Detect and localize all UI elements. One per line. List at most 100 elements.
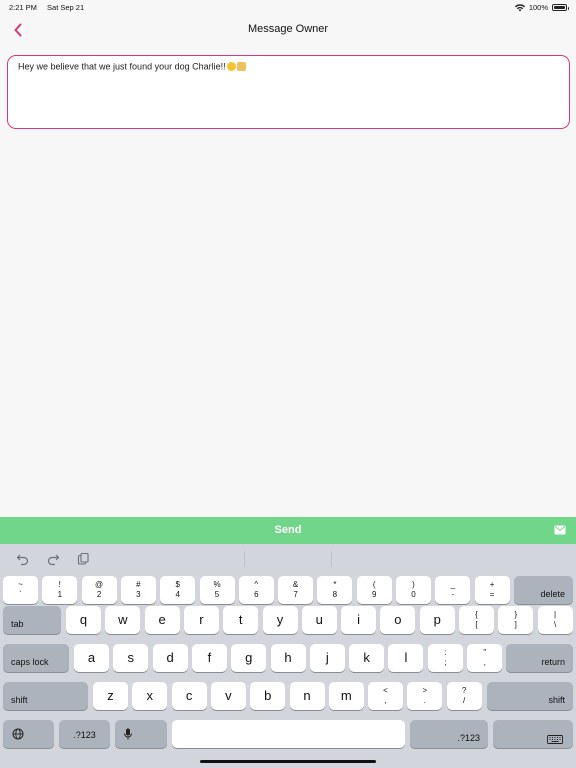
key-l[interactable]: l <box>388 644 424 672</box>
key-label: v <box>225 688 232 703</box>
key-num-0[interactable]: ~ ` <box>3 576 38 604</box>
delete-key[interactable]: delete <box>514 576 573 604</box>
key-label: o <box>394 612 402 627</box>
key-label: \ <box>553 620 557 629</box>
key-v[interactable]: v <box>210 682 246 710</box>
key-label: 1 <box>57 590 63 599</box>
key-p[interactable]: p <box>419 606 455 634</box>
microphone-icon <box>124 728 132 740</box>
key-label: return <box>541 657 565 667</box>
key-label: g <box>245 650 253 665</box>
key-label: t <box>238 612 243 627</box>
key-shift-label: + <box>489 580 495 589</box>
key-num-11[interactable]: _ - <box>435 576 471 604</box>
key-shift-label: " <box>483 648 487 657</box>
key-punct-0[interactable]: :; <box>428 644 463 672</box>
key-label: p <box>433 612 441 627</box>
key-num-1[interactable]: ! 1 <box>42 576 78 604</box>
key-label: r <box>199 612 204 627</box>
key-o[interactable]: o <box>380 606 416 634</box>
key-label: ` <box>19 590 22 599</box>
key-shift-label: | <box>554 610 557 619</box>
key-n[interactable]: n <box>289 682 325 710</box>
key-s[interactable]: s <box>113 644 149 672</box>
keyboard: ~ `! 1 @2 #3 $4% 5 ^ 6 & 7 * 8(9) 0 _ - + = delete tab q w e r t… <box>0 544 576 768</box>
key-bracket-1[interactable]: }] <box>498 606 534 634</box>
key-label: - <box>451 590 455 599</box>
key-label: 7 <box>293 590 298 599</box>
key-m[interactable]: m <box>328 682 364 710</box>
undo-icon[interactable] <box>16 552 30 566</box>
key-shift-label: ^ <box>254 580 259 589</box>
nav-bar: Message Owner <box>0 14 576 46</box>
key-label: u <box>315 612 323 627</box>
tab-key[interactable]: tab <box>3 606 61 634</box>
mail-icon <box>554 525 566 535</box>
key-num-10[interactable]: ) 0 <box>396 576 431 604</box>
key-label: 4 <box>175 590 180 599</box>
key-num-5[interactable]: % 5 <box>199 576 235 604</box>
key-q[interactable]: q <box>66 606 101 634</box>
key-z[interactable]: z <box>93 682 128 710</box>
shift-key-left[interactable]: shift <box>3 682 88 710</box>
key-y[interactable]: y <box>262 606 298 634</box>
key-r[interactable]: r <box>183 606 219 634</box>
key-num-2[interactable]: @2 <box>81 576 117 604</box>
key-angle-2[interactable]: ? / <box>446 682 482 710</box>
key-num-8[interactable]: * 8 <box>317 576 353 604</box>
paste-icon[interactable] <box>76 552 90 566</box>
key-g[interactable]: g <box>231 644 267 672</box>
key-num-4[interactable]: $4 <box>160 576 196 604</box>
key-label: k <box>363 650 370 665</box>
caps-lock-key[interactable]: caps lock <box>3 644 69 672</box>
hide-keyboard-key[interactable] <box>493 720 573 748</box>
key-j[interactable]: j <box>309 644 345 672</box>
divider <box>244 551 245 567</box>
key-d[interactable]: d <box>152 644 188 672</box>
globe-key[interactable] <box>3 720 54 748</box>
key-k[interactable]: k <box>349 644 385 672</box>
key-t[interactable]: t <box>223 606 259 634</box>
key-c[interactable]: c <box>171 682 207 710</box>
key-angle-1[interactable]: >. <box>407 682 443 710</box>
key-u[interactable]: u <box>301 606 337 634</box>
key-label: caps lock <box>11 657 49 667</box>
dictation-key[interactable] <box>115 720 167 748</box>
key-angle-0[interactable]: <, <box>368 682 403 710</box>
key-label: q <box>79 612 88 627</box>
key-i[interactable]: i <box>341 606 377 634</box>
key-label: .?123 <box>73 730 96 740</box>
key-x[interactable]: x <box>132 682 168 710</box>
numbers-key-right[interactable]: .?123 <box>410 720 488 748</box>
key-label: shift <box>548 695 565 705</box>
key-h[interactable]: h <box>270 644 306 672</box>
key-num-6[interactable]: ^ 6 <box>238 576 274 604</box>
send-button[interactable]: Send <box>0 517 576 544</box>
return-key[interactable]: return <box>506 644 573 672</box>
key-label: [ <box>475 620 478 629</box>
message-input[interactable]: Hey we believe that we just found your d… <box>7 55 570 129</box>
key-shift-label: { <box>475 610 478 619</box>
key-bracket-0[interactable]: {[ <box>459 606 494 634</box>
key-label: 9 <box>371 590 377 599</box>
shift-key-right[interactable]: shift <box>487 682 573 710</box>
key-bracket-2[interactable]: | \ <box>537 606 573 634</box>
key-num-9[interactable]: (9 <box>356 576 392 604</box>
key-e[interactable]: e <box>144 606 180 634</box>
key-punct-1[interactable]: ", <box>467 644 503 672</box>
key-shift-label: < <box>383 686 388 695</box>
redo-icon[interactable] <box>46 552 60 566</box>
key-w[interactable]: w <box>105 606 141 634</box>
key-num-7[interactable]: & 7 <box>278 576 314 604</box>
key-b[interactable]: b <box>250 682 286 710</box>
status-time: 2:21 PM <box>9 3 37 12</box>
key-f[interactable]: f <box>191 644 227 672</box>
key-shift-label: } <box>514 610 518 619</box>
key-shift-label: > <box>422 686 428 695</box>
key-num-3[interactable]: #3 <box>120 576 156 604</box>
space-key[interactable] <box>172 720 405 748</box>
key-a[interactable]: a <box>74 644 109 672</box>
key-label: 5 <box>214 590 220 599</box>
numbers-key-left[interactable]: .?123 <box>59 720 110 748</box>
key-num-12[interactable]: + = <box>474 576 510 604</box>
